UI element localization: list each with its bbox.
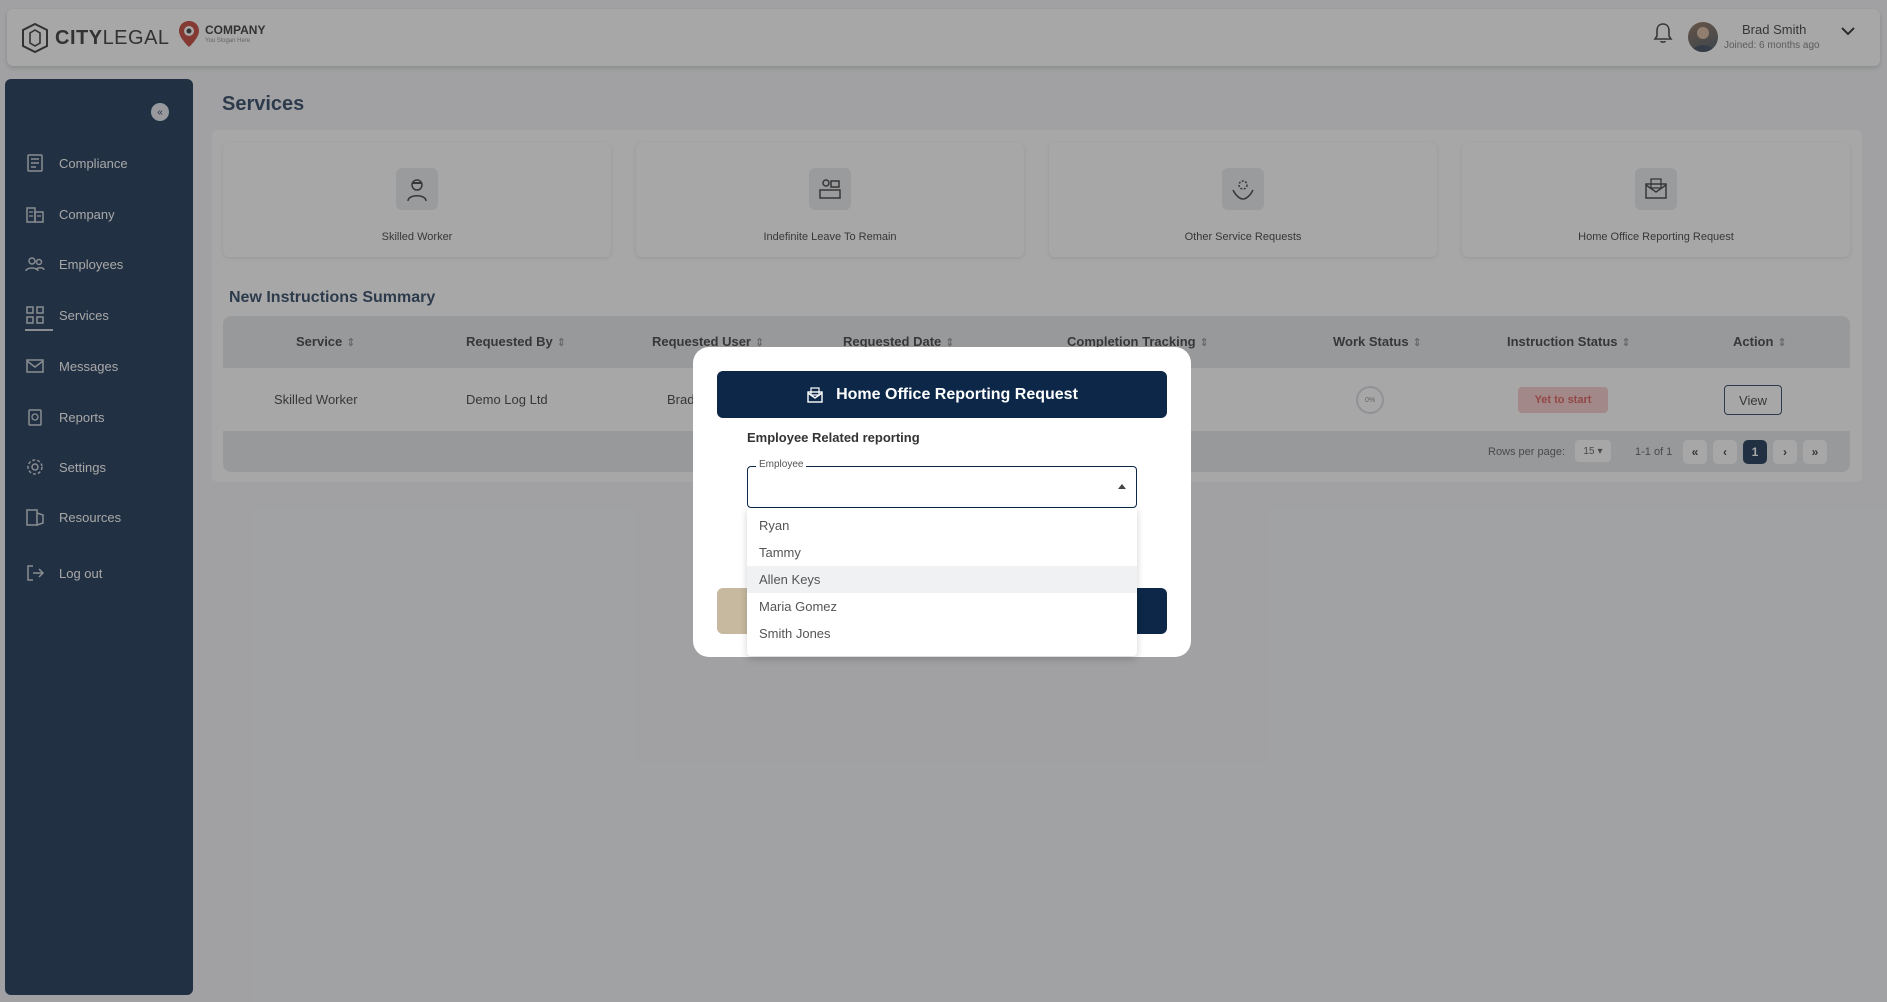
modal-subtitle: Employee Related reporting (747, 430, 920, 445)
employee-option[interactable]: Maria Gomez (747, 593, 1137, 620)
employee-select[interactable]: Employee (747, 459, 1137, 508)
employee-option[interactable]: Ryan (747, 512, 1137, 539)
caret-up-icon[interactable] (1118, 484, 1126, 489)
modal-header: Home Office Reporting Request (717, 371, 1167, 418)
employee-option[interactable]: Allen Keys (747, 566, 1137, 593)
submit-button[interactable] (1133, 588, 1167, 634)
employee-dropdown: Ryan Tammy Allen Keys Maria Gomez Smith … (747, 508, 1137, 656)
employee-field-label: Employee (756, 459, 807, 470)
employee-option[interactable]: Smith Jones (747, 620, 1137, 647)
report-envelope-icon (807, 386, 823, 403)
cancel-button[interactable] (717, 588, 751, 634)
employee-option[interactable]: Tammy (747, 539, 1137, 566)
modal-title: Home Office Reporting Request (836, 385, 1078, 403)
